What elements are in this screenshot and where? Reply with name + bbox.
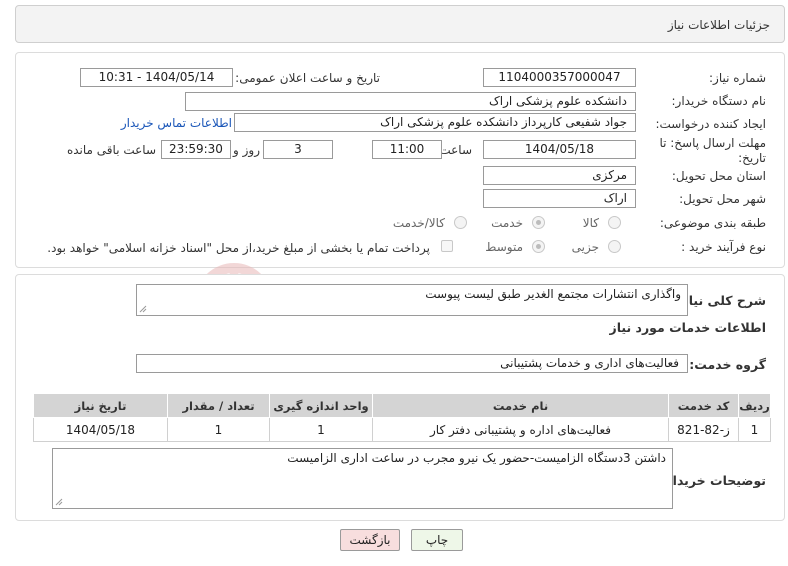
resize-grip-icon[interactable] <box>55 498 63 506</box>
buyer-org-field[interactable]: دانشکده علوم پزشکی اراک <box>185 92 636 111</box>
need-number-label: شماره نیاز: <box>709 71 766 85</box>
cell-code: ز-82-821 <box>668 417 739 442</box>
resize-grip-icon[interactable] <box>139 305 147 313</box>
table-row[interactable]: 1 ز-82-821 فعالیت‌های اداره و پشتیبانی د… <box>33 417 771 442</box>
print-button[interactable]: چاپ <box>411 529 463 551</box>
province-label: استان محل تحویل: <box>671 169 766 183</box>
cell-row: 1 <box>738 417 771 442</box>
announce-field[interactable]: 1404/05/14 - 10:31 <box>80 68 233 87</box>
col-code: کد خدمت <box>668 393 739 418</box>
summary-label: شرح کلی نیاز: <box>676 293 766 308</box>
remaining-label: ساعت باقی مانده <box>66 143 156 157</box>
cell-name: فعالیت‌های اداره و پشتیبانی دفتر کار <box>372 417 669 442</box>
page-title: جزئیات اطلاعات نیاز <box>667 18 770 32</box>
category-radio-goods[interactable] <box>608 216 621 229</box>
time-label: ساعت <box>439 143 472 157</box>
buyer-contact-link[interactable]: اطلاعات تماس خریدار <box>121 116 232 130</box>
buyer-org-label: نام دستگاه خریدار: <box>671 94 767 108</box>
creator-field[interactable]: جواد شفیعی کارپرداز دانشکده علوم پزشکی ا… <box>234 113 636 132</box>
cell-unit: 1 <box>269 417 373 442</box>
category-option-service: خدمت <box>491 216 523 230</box>
category-option-goods: کالا <box>582 216 599 230</box>
category-label: طبقه بندی موضوعی: <box>659 216 766 230</box>
process-option-medium: متوسط <box>485 240 523 254</box>
col-row: ردیف <box>738 393 771 418</box>
city-label: شهر محل تحویل: <box>679 192 766 206</box>
province-field[interactable]: مرکزی <box>483 166 636 185</box>
cell-date: 1404/05/18 <box>33 417 168 442</box>
deadline-date-field[interactable]: 1404/05/18 <box>483 140 636 159</box>
service-group-field[interactable]: فعالیت‌های اداری و خدمات پشتیبانی <box>136 354 688 373</box>
services-table: ردیف کد خدمت نام خدمت واحد اندازه گیری ت… <box>33 393 771 442</box>
table-header-row: ردیف کد خدمت نام خدمت واحد اندازه گیری ت… <box>33 393 771 418</box>
process-radio-medium[interactable] <box>532 240 545 253</box>
treasury-note: پرداخت تمام یا بخشی از مبلغ خرید،از محل … <box>47 241 430 255</box>
summary-textarea[interactable]: واگذاری انتشارات مجتمع الغدیر طبق لیست پ… <box>136 284 688 316</box>
deadline-label: مهلت ارسال پاسخ: تا تاریخ: <box>659 136 766 165</box>
buyer-notes-label: توضیحات خریدار: <box>660 473 766 488</box>
process-label: نوع فرآیند خرید : <box>681 240 766 254</box>
summary-text: واگذاری انتشارات مجتمع الغدیر طبق لیست پ… <box>425 287 681 301</box>
buyer-notes-text: داشتن 3دستگاه الزامیست-حضور یک نیرو مجرب… <box>287 451 666 465</box>
header-panel: جزئیات اطلاعات نیاز <box>15 5 785 43</box>
category-option-goods-service: کالا/خدمت <box>392 216 445 230</box>
remaining-time-field[interactable]: 23:59:30 <box>161 140 231 159</box>
creator-label: ایجاد کننده درخواست: <box>655 117 766 131</box>
back-button[interactable]: بازگشت <box>340 529 400 551</box>
announce-label: تاریخ و ساعت اعلان عمومی: <box>235 71 380 85</box>
services-heading: اطلاعات خدمات مورد نیاز <box>609 320 767 335</box>
category-radio-service[interactable] <box>532 216 545 229</box>
col-name: نام خدمت <box>372 393 669 418</box>
col-date: تاریخ نیاز <box>33 393 168 418</box>
buyer-notes-textarea[interactable]: داشتن 3دستگاه الزامیست-حضور یک نیرو مجرب… <box>52 448 673 509</box>
col-qty: تعداد / مقدار <box>167 393 270 418</box>
days-label: روز و <box>233 143 260 157</box>
process-option-minor: جزیی <box>571 240 599 254</box>
city-field[interactable]: اراک <box>483 189 636 208</box>
deadline-time-field[interactable]: 11:00 <box>372 140 442 159</box>
service-group-label: گروه خدمت: <box>689 357 766 372</box>
process-radio-minor[interactable] <box>608 240 621 253</box>
treasury-checkbox[interactable] <box>441 240 453 252</box>
days-field[interactable]: 3 <box>263 140 333 159</box>
need-number-field[interactable]: 1104000357000047 <box>483 68 636 87</box>
category-radio-goods-service[interactable] <box>454 216 467 229</box>
col-unit: واحد اندازه گیری <box>269 393 373 418</box>
cell-qty: 1 <box>167 417 270 442</box>
